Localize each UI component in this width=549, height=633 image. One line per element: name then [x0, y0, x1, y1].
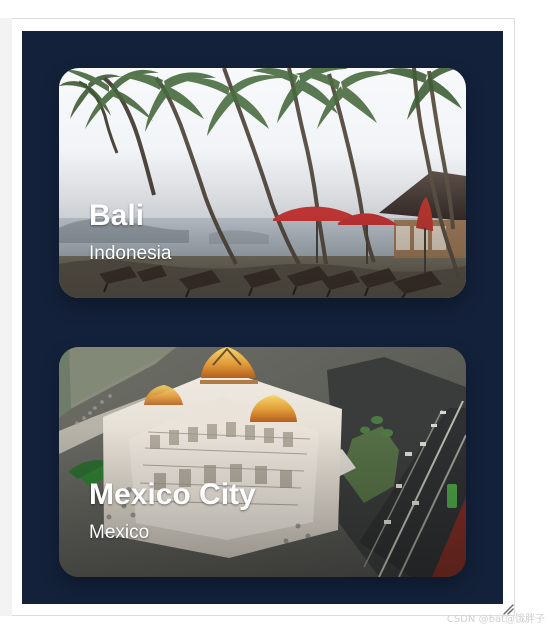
destination-card-bali[interactable]: Bali Indonesia — [59, 68, 466, 298]
mexico-city-subtitle: Mexico — [89, 522, 150, 543]
destination-card-mexico-city[interactable]: Mexico City Mexico — [59, 347, 466, 577]
watermark-text: CSDN @bat@饿胖子 — [446, 614, 545, 625]
mexico-city-title: Mexico City — [89, 478, 256, 511]
bali-title: Bali — [89, 199, 145, 232]
bali-subtitle: Indonesia — [89, 243, 172, 264]
page: Bali Indonesia Mexico City Mexico CSDN @… — [0, 0, 549, 633]
